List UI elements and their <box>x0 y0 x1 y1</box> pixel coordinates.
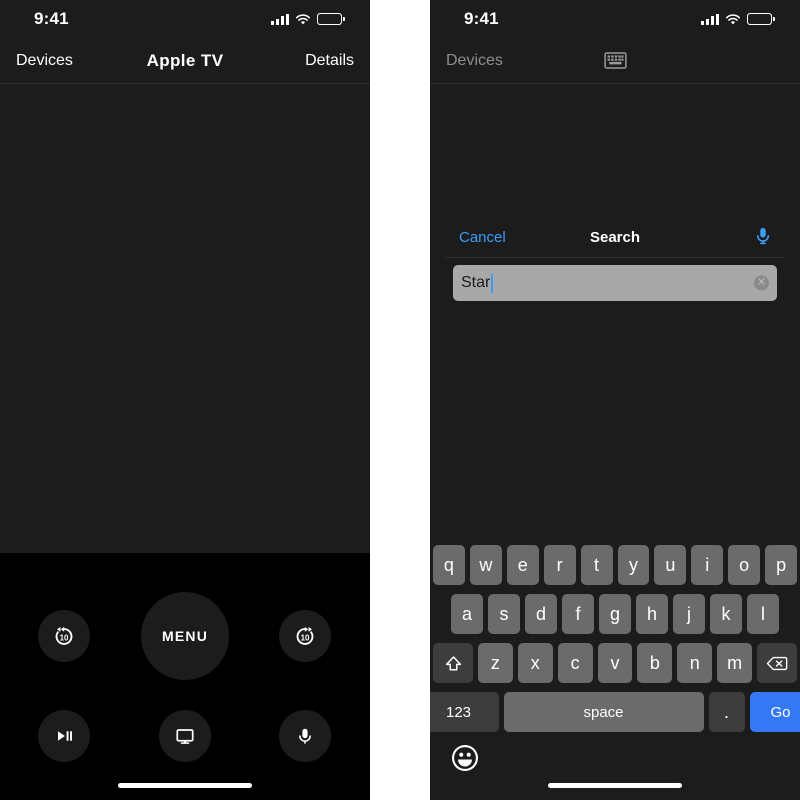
key-w[interactable]: w <box>469 545 502 585</box>
skip-forward-10-icon: 10 <box>296 626 314 645</box>
right-phone-screen: 9:41 Devices Cancel Search Star ✕ q w e … <box>430 0 800 800</box>
back-button-devices[interactable]: Devices <box>16 52 73 70</box>
key-z[interactable]: z <box>478 643 513 683</box>
wifi-icon <box>725 13 741 25</box>
key-l[interactable]: l <box>747 594 779 634</box>
svg-text:10: 10 <box>60 633 69 642</box>
search-panel-header: Cancel Search <box>445 218 785 258</box>
home-indicator <box>118 783 252 788</box>
navigation-bar: Devices Apple TV Details <box>0 38 370 84</box>
key-k[interactable]: k <box>710 594 742 634</box>
key-u[interactable]: u <box>654 545 687 585</box>
cancel-button[interactable]: Cancel <box>459 229 506 246</box>
key-e[interactable]: e <box>506 545 539 585</box>
left-phone-screen: 9:41 Devices Apple TV Details 10 MENU 10 <box>0 0 370 800</box>
on-screen-keyboard: q w e r t y u i o p a s d f g h j k l z … <box>430 537 800 800</box>
dictation-button[interactable] <box>755 226 771 250</box>
backspace-key[interactable] <box>757 643 798 683</box>
search-input-value: Star <box>461 274 491 291</box>
keyboard-row-4: 123 space . Go <box>430 692 800 732</box>
key-m[interactable]: m <box>717 643 753 683</box>
clear-text-icon[interactable]: ✕ <box>754 275 769 291</box>
tv-icon <box>176 729 194 744</box>
keyboard-bottom-row <box>430 741 800 771</box>
cellular-signal-icon <box>271 13 289 25</box>
key-f[interactable]: f <box>562 594 594 634</box>
key-t[interactable]: t <box>580 545 613 585</box>
shift-icon <box>445 655 461 670</box>
details-button[interactable]: Details <box>305 52 354 70</box>
status-bar: 9:41 <box>0 0 370 38</box>
emoji-key[interactable] <box>452 745 478 771</box>
key-d[interactable]: d <box>525 594 557 634</box>
key-o[interactable]: o <box>728 545 761 585</box>
remote-button-pad: 10 MENU 10 <box>0 553 370 800</box>
keyboard-row-2: a s d f g h j k l <box>430 594 800 634</box>
search-field-container: Star ✕ <box>445 258 785 310</box>
search-input[interactable]: Star ✕ <box>453 265 777 301</box>
period-key[interactable]: . <box>708 692 745 732</box>
key-g[interactable]: g <box>599 594 631 634</box>
skip-forward-button[interactable]: 10 <box>279 610 331 662</box>
skip-back-button[interactable]: 10 <box>38 610 90 662</box>
space-key[interactable]: space <box>503 692 704 732</box>
status-bar: 9:41 <box>430 0 800 38</box>
navigation-bar: Devices <box>430 38 800 84</box>
key-r[interactable]: r <box>543 545 576 585</box>
text-cursor <box>491 273 494 293</box>
key-c[interactable]: c <box>557 643 593 683</box>
status-bar-icons <box>701 13 775 25</box>
play-pause-icon <box>58 731 72 741</box>
shift-key[interactable] <box>433 643 473 683</box>
wifi-icon <box>295 13 311 25</box>
key-a[interactable]: a <box>451 594 483 634</box>
keyboard-row-3: z x c v b n m <box>430 643 800 683</box>
backspace-icon <box>766 656 788 670</box>
emoji-icon <box>454 747 476 769</box>
remote-touch-surface[interactable] <box>0 84 370 599</box>
numbers-key[interactable]: 123 <box>430 692 499 732</box>
home-indicator <box>548 783 682 788</box>
status-bar-icons <box>271 13 345 25</box>
go-key[interactable]: Go <box>749 692 800 732</box>
keyboard-row-1: q w e r t y u i o p <box>430 545 800 585</box>
menu-button-label: MENU <box>161 628 209 644</box>
key-h[interactable]: h <box>636 594 668 634</box>
key-v[interactable]: v <box>597 643 633 683</box>
tv-button[interactable] <box>159 710 211 762</box>
key-i[interactable]: i <box>691 545 724 585</box>
key-q[interactable]: q <box>432 545 465 585</box>
key-x[interactable]: x <box>517 643 553 683</box>
key-p[interactable]: p <box>765 545 798 585</box>
status-bar-clock: 9:41 <box>464 9 499 28</box>
search-overlay-panel: Cancel Search Star ✕ <box>445 218 785 310</box>
key-y[interactable]: y <box>617 545 650 585</box>
microphone-icon <box>756 227 770 244</box>
battery-full-icon <box>317 13 345 25</box>
status-bar-clock: 9:41 <box>34 9 69 28</box>
key-b[interactable]: b <box>637 643 673 683</box>
key-n[interactable]: n <box>677 643 713 683</box>
key-j[interactable]: j <box>673 594 705 634</box>
menu-button[interactable]: MENU <box>141 592 229 680</box>
back-button-devices[interactable]: Devices <box>446 52 503 70</box>
siri-microphone-button[interactable] <box>279 710 331 762</box>
key-s[interactable]: s <box>488 594 520 634</box>
microphone-icon <box>299 728 311 744</box>
keyboard-icon <box>603 52 627 69</box>
play-pause-button[interactable] <box>38 710 90 762</box>
cellular-signal-icon <box>701 13 719 25</box>
screenshot-stage: 9:41 Devices Apple TV Details 10 MENU 10… <box>0 0 800 800</box>
svg-text:10: 10 <box>301 633 310 642</box>
skip-back-10-icon: 10 <box>55 626 73 645</box>
battery-full-icon <box>747 13 775 25</box>
